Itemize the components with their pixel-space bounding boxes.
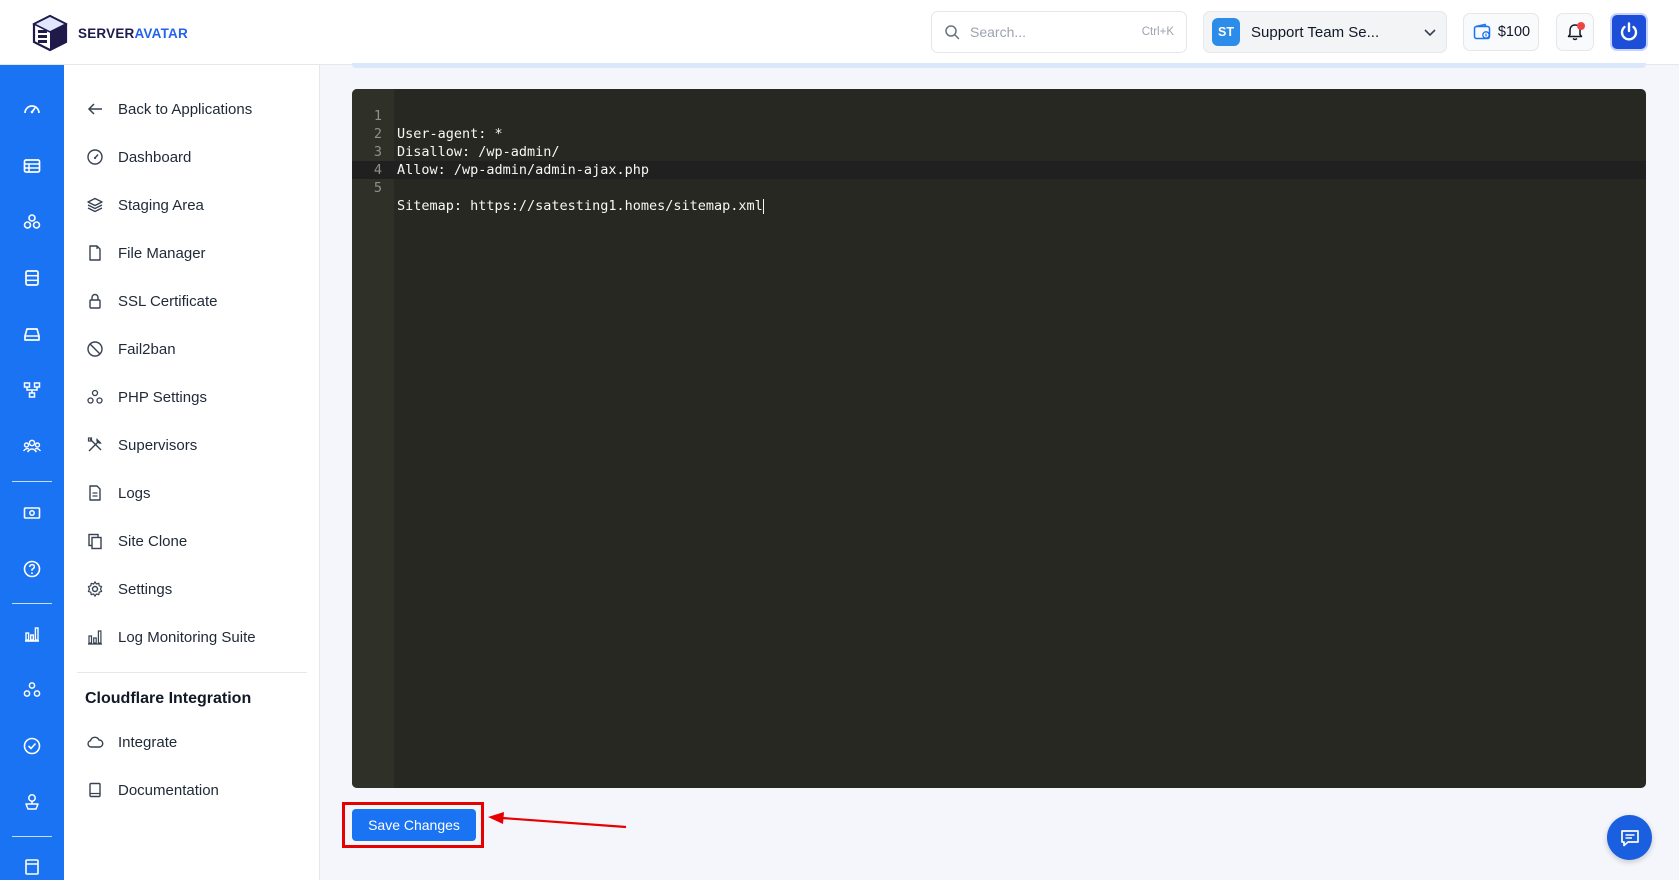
account-menu-button[interactable] (1610, 13, 1648, 51)
annotation-arrow-icon (488, 812, 627, 829)
robots-txt-code-editor[interactable]: 1 User-agent: * 2 Disallow: /wp-admin/ 3… (352, 89, 1646, 788)
bar-chart-icon (88, 630, 102, 645)
applications-icon[interactable] (20, 210, 44, 234)
cloud-icon (87, 736, 104, 748)
code-text: User-agent: * (397, 126, 503, 142)
dashboard-icon[interactable] (20, 98, 44, 122)
code-text: Sitemap: https://satesting1.homes/sitema… (397, 198, 763, 214)
notification-dot (1577, 22, 1585, 30)
sidebar-divider (77, 672, 307, 673)
deploy-icon[interactable] (20, 790, 44, 814)
support-chat-button[interactable] (1607, 815, 1652, 860)
analytics-icon[interactable] (20, 622, 44, 646)
nav-dashboard[interactable]: Dashboard (86, 142, 191, 172)
nav-cloudflare-documentation[interactable]: Documentation (86, 775, 219, 805)
nav-log-monitoring-suite[interactable]: Log Monitoring Suite (86, 622, 256, 652)
arrow-left-icon (87, 103, 102, 115)
layers-icon (87, 197, 103, 213)
code-line: 3 Allow: /wp-admin/admin-ajax.php (352, 125, 649, 178)
serveravatar-logo[interactable]: SERVERAVATAR (30, 12, 188, 54)
annotation-highlight-box (342, 802, 484, 848)
code-line: 2 Disallow: /wp-admin/ (352, 107, 560, 160)
text-cursor (762, 198, 764, 214)
credit-balance-button[interactable]: $100 (1463, 13, 1539, 51)
power-icon (1620, 22, 1638, 41)
code-line: 5 Sitemap: https://satesting1.homes/site… (352, 161, 764, 214)
application-sidebar: Back to Applications Dashboard Staging A… (64, 65, 320, 880)
nav-php-settings[interactable]: PHP Settings (86, 382, 207, 412)
nav-supervisors[interactable]: Supervisors (86, 430, 197, 460)
code-line: 4 (352, 143, 385, 178)
chat-icon (1620, 829, 1639, 846)
content-card-edge (352, 63, 1646, 68)
code-line: 1 User-agent: * (352, 89, 503, 142)
book-icon (89, 782, 101, 798)
notifications-button[interactable] (1556, 13, 1594, 51)
code-text: Disallow: /wp-admin/ (397, 144, 560, 160)
storage-icon[interactable] (20, 322, 44, 346)
code-text: Allow: /wp-admin/admin-ajax.php (397, 162, 649, 178)
ban-icon (87, 341, 103, 357)
nav-ssl-certificate[interactable]: SSL Certificate (86, 286, 218, 316)
lock-icon (89, 293, 101, 309)
team-avatar: ST (1212, 18, 1240, 46)
nav-settings[interactable]: Settings (86, 574, 172, 604)
servers-icon[interactable] (20, 154, 44, 178)
top-bar: SERVERAVATAR Search... Ctrl+K ST Support… (0, 0, 1679, 65)
nav-fail2ban[interactable]: Fail2ban (86, 334, 176, 364)
nav-file-manager[interactable]: File Manager (86, 238, 206, 268)
docs-icon[interactable] (20, 855, 44, 879)
network-icon[interactable] (20, 378, 44, 402)
team-icon[interactable] (20, 434, 44, 458)
document-icon (89, 485, 101, 501)
nav-back-to-applications[interactable]: Back to Applications (86, 94, 252, 124)
gauge-icon (87, 149, 103, 165)
copy-icon (88, 533, 102, 550)
wallet-icon (1473, 23, 1491, 40)
databases-icon[interactable] (20, 266, 44, 290)
checklist-icon[interactable] (20, 734, 44, 758)
tools-icon (87, 437, 102, 452)
rail-divider (12, 836, 52, 837)
search-placeholder: Search... (970, 24, 1027, 40)
rail-divider (12, 481, 52, 482)
file-icon (89, 245, 101, 261)
php-settings-icon (87, 389, 103, 404)
logo-wordmark: SERVERAVATAR (78, 25, 188, 41)
search-box[interactable]: Search... Ctrl+K (931, 11, 1187, 53)
billing-icon[interactable] (20, 501, 44, 525)
integrations-icon[interactable] (20, 678, 44, 702)
cloudflare-section-heading: Cloudflare Integration (85, 690, 252, 707)
search-icon (945, 25, 960, 40)
icon-rail (0, 65, 64, 880)
nav-logs[interactable]: Logs (86, 478, 151, 508)
gear-icon (87, 581, 103, 597)
chevron-down-icon (1424, 29, 1436, 37)
nav-site-clone[interactable]: Site Clone (86, 526, 187, 556)
rail-divider (12, 603, 52, 604)
logo-cube-icon (32, 14, 68, 52)
team-switcher[interactable]: ST Support Team Se... (1203, 11, 1447, 53)
team-name: Support Team Se... (1251, 23, 1380, 41)
help-icon[interactable] (20, 557, 44, 581)
nav-cloudflare-integrate[interactable]: Integrate (86, 727, 177, 757)
search-shortcut: Ctrl+K (1141, 26, 1174, 38)
credit-amount: $100 (1497, 24, 1531, 40)
line-number: 5 (373, 180, 382, 196)
nav-staging-area[interactable]: Staging Area (86, 190, 204, 220)
